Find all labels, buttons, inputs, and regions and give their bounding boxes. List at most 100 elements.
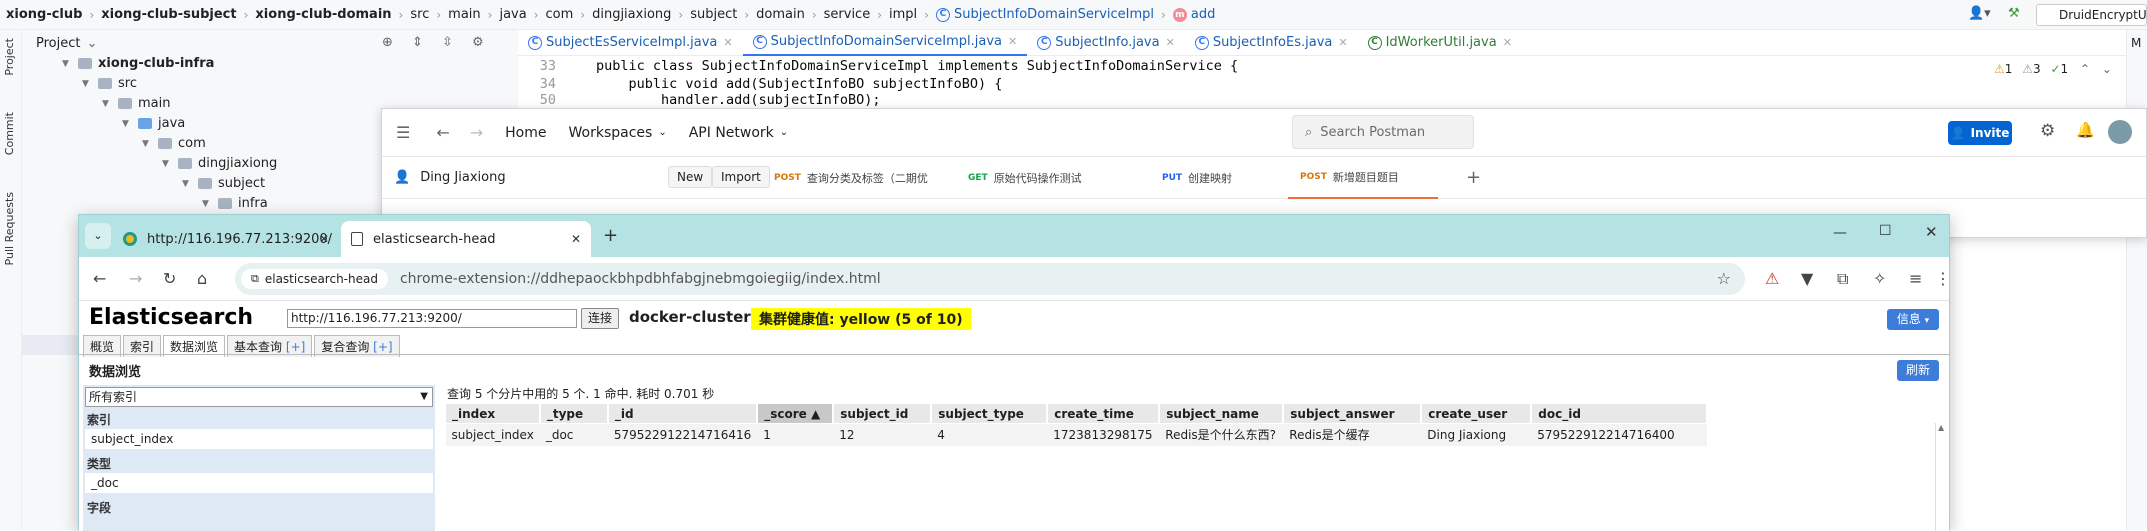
- column-header[interactable]: doc_id: [1530, 403, 1709, 424]
- nav-workspaces[interactable]: Workspaces ⌄: [569, 125, 667, 141]
- request-tab[interactable]: GET 原始代码操作测试: [968, 157, 1082, 199]
- request-tab[interactable]: POST 查询分类及标签（二期优: [774, 157, 928, 199]
- extension-icon-1[interactable]: ⚠: [1765, 269, 1779, 288]
- extension-icon-3[interactable]: ⧉: [1837, 269, 1848, 289]
- inspection-widget[interactable]: ⚠1 ⚠3 ✓1 ⌃ ⌄: [1994, 62, 2112, 76]
- close-icon[interactable]: ✕: [319, 232, 329, 246]
- tab-search-icon[interactable]: ⌄: [85, 223, 111, 249]
- locate-icon[interactable]: ⊕: [382, 35, 393, 50]
- close-icon[interactable]: ✕: [571, 232, 581, 246]
- column-header[interactable]: _type: [539, 403, 609, 424]
- invite-button[interactable]: 👤 Invite: [1948, 121, 2012, 145]
- breadcrumb-main[interactable]: main: [448, 7, 480, 22]
- new-button[interactable]: New: [668, 166, 713, 188]
- forward-arrow-icon[interactable]: →: [129, 269, 142, 288]
- code-line[interactable]: 50 handler.add(subjectInfoBO);: [518, 92, 881, 108]
- column-header[interactable]: _id: [607, 403, 759, 424]
- address-bar[interactable]: ⧉ elasticsearch-head chrome-extension://d…: [235, 263, 1745, 295]
- column-header[interactable]: subject_type: [930, 403, 1049, 424]
- close-icon[interactable]: ✕: [1008, 35, 1017, 48]
- project-tool-tab[interactable]: Project: [3, 38, 16, 76]
- pull-requests-tool-tab[interactable]: Pull Requests: [3, 192, 16, 265]
- request-tab-active[interactable]: POST 新增题目题目: [1288, 157, 1438, 199]
- sidebar-item-index[interactable]: subject_index: [85, 429, 433, 449]
- bell-icon[interactable]: 🔔: [2076, 121, 2095, 139]
- extension-icon-2[interactable]: ▼: [1801, 269, 1813, 288]
- forward-arrow-icon[interactable]: →: [470, 123, 483, 142]
- media-queue-icon[interactable]: ≡: [1909, 269, 1922, 288]
- breadcrumb-src[interactable]: src: [410, 7, 429, 22]
- project-panel-title[interactable]: Project: [36, 36, 80, 51]
- tree-item-module[interactable]: ▼ xiong-club-infra: [62, 56, 214, 71]
- commit-tool-tab[interactable]: Commit: [3, 112, 16, 155]
- gear-icon[interactable]: ⚙: [472, 35, 484, 50]
- home-icon[interactable]: ⌂: [197, 269, 207, 288]
- tree-item-infra[interactable]: ▼ infra: [202, 196, 268, 211]
- sidebar-item-type[interactable]: _doc: [85, 473, 433, 493]
- avatar[interactable]: [2108, 120, 2132, 144]
- browser-tab-eshead[interactable]: elasticsearch-head ✕: [341, 221, 591, 257]
- tree-item-subject[interactable]: ▼ subject: [182, 176, 265, 191]
- maximize-icon[interactable]: ☐: [1879, 223, 1892, 239]
- scroll-up-icon[interactable]: ▲: [1938, 423, 1944, 432]
- breadcrumb-class[interactable]: C SubjectInfoDomainServiceImpl: [935, 7, 1154, 22]
- collapse-all-icon[interactable]: ⇳: [442, 35, 453, 50]
- editor-tab-subjectinfo[interactable]: C SubjectInfo.java ✕: [1027, 30, 1185, 56]
- tree-item-java[interactable]: ▼ java: [122, 116, 185, 131]
- code-line[interactable]: 33 public class SubjectInfoDomainServiceI…: [518, 58, 1238, 74]
- gear-icon[interactable]: ⚙: [2040, 121, 2055, 141]
- star-bookmark-icon[interactable]: ☆: [1717, 269, 1731, 288]
- breadcrumb-service[interactable]: service: [824, 7, 871, 22]
- run-config-selector[interactable]: DruidEncryptU: [2036, 4, 2147, 26]
- column-header[interactable]: subject_answer: [1282, 403, 1423, 424]
- info-menu-button[interactable]: 信息 ▾: [1887, 309, 1939, 330]
- build-hammer-icon[interactable]: ⚒: [2008, 6, 2020, 21]
- expand-all-icon[interactable]: ⇕: [412, 35, 423, 50]
- breadcrumb-impl[interactable]: impl: [889, 7, 917, 22]
- chevron-down-icon[interactable]: ⌄: [86, 36, 97, 51]
- import-button[interactable]: Import: [712, 166, 770, 188]
- tree-item-dingjiaxiong[interactable]: ▼ dingjiaxiong: [162, 156, 277, 171]
- tree-item-src[interactable]: ▼ src: [82, 76, 137, 91]
- editor-tab-subjectinfoes[interactable]: C SubjectInfoEs.java ✕: [1185, 30, 1358, 56]
- breadcrumb-module-domain[interactable]: xiong-club-domain: [255, 7, 391, 22]
- plus-icon[interactable]: +: [1466, 167, 1481, 188]
- breadcrumb-method[interactable]: m add: [1172, 7, 1215, 22]
- column-header[interactable]: subject_name: [1158, 403, 1285, 424]
- extensions-puzzle-icon[interactable]: ✧: [1873, 269, 1886, 288]
- request-tab[interactable]: PUT 创建映射: [1162, 157, 1232, 199]
- table-row[interactable]: subject_index _doc 579522912214716416 1 …: [445, 423, 1708, 446]
- nav-home[interactable]: Home: [505, 125, 546, 141]
- breadcrumb-dingjiaxiong[interactable]: dingjiaxiong: [592, 7, 671, 22]
- nav-api-network[interactable]: API Network ⌄: [689, 125, 788, 141]
- workspace-name[interactable]: Ding Jiaxiong: [420, 170, 505, 185]
- breadcrumb-com[interactable]: com: [546, 7, 574, 22]
- reload-icon[interactable]: ↻: [163, 269, 176, 288]
- close-icon[interactable]: ✕: [1503, 36, 1512, 49]
- es-cluster-url-input[interactable]: http://116.196.77.213:9200/: [287, 309, 577, 328]
- chevron-up-icon[interactable]: ⌃: [2080, 62, 2090, 76]
- connect-button[interactable]: 连接: [581, 308, 620, 329]
- back-arrow-icon[interactable]: ←: [436, 123, 449, 142]
- chevron-down-icon[interactable]: ⌄: [2102, 62, 2112, 76]
- new-tab-plus-icon[interactable]: +: [603, 225, 618, 246]
- minimize-icon[interactable]: —: [1833, 225, 1847, 241]
- column-header-sorted[interactable]: _score ▲: [756, 403, 835, 424]
- close-icon[interactable]: ✕: [723, 36, 732, 49]
- right-tool-label[interactable]: M: [2131, 36, 2141, 50]
- column-header[interactable]: subject_id: [832, 403, 933, 424]
- column-header[interactable]: create_user: [1420, 403, 1533, 424]
- user-icon[interactable]: 👤▾: [1968, 6, 1991, 21]
- breadcrumb-project[interactable]: xiong-club: [6, 7, 82, 22]
- extension-origin-chip[interactable]: ⧉ elasticsearch-head: [241, 269, 388, 289]
- code-line[interactable]: 34 public void add(SubjectInfoBO subject…: [518, 76, 1003, 92]
- browser-tab-es-url[interactable]: http://116.196.77.213:9200/ ✕: [113, 221, 339, 257]
- editor-tab-esservice[interactable]: C SubjectEsServiceImpl.java ✕: [518, 30, 743, 56]
- vertical-scrollbar[interactable]: ▲: [1935, 423, 1947, 531]
- hamburger-menu-icon[interactable]: ☰: [396, 123, 410, 142]
- tree-item-main[interactable]: ▼ main: [102, 96, 170, 111]
- close-window-icon[interactable]: ✕: [1925, 223, 1938, 241]
- close-icon[interactable]: ✕: [1166, 36, 1175, 49]
- index-select[interactable]: 所有索引 ▼: [85, 387, 433, 407]
- breadcrumb-java[interactable]: java: [499, 7, 526, 22]
